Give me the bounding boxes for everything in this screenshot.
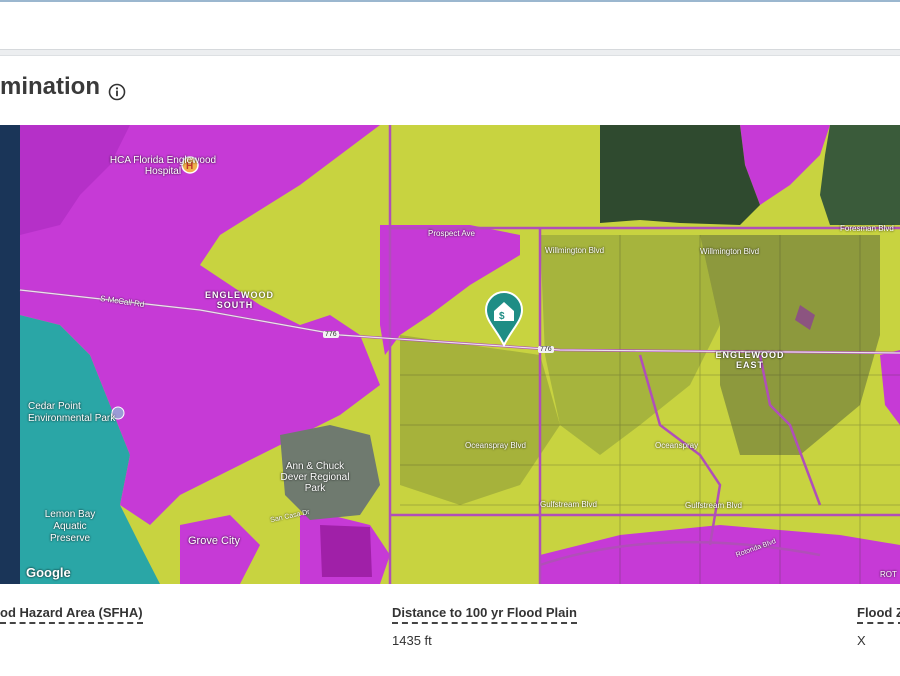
hospital-label: HCA Florida Englewood Hospital <box>109 155 217 177</box>
google-logo: Google <box>26 565 71 580</box>
flood-map[interactable]: H $ HCA Florida Englewood Hospital ENGLE… <box>0 125 900 584</box>
gulfstream-label: Gulfstream Blvd <box>540 500 597 509</box>
info-icon[interactable] <box>108 83 126 101</box>
englewood-east-label: ENGLEWOOD EAST <box>715 350 785 370</box>
prospect-label: Prospect Ave <box>428 229 475 238</box>
englewood-south-label: ENGLEWOOD SOUTH <box>205 290 274 310</box>
oceanspray-label-2: Oceanspray <box>655 441 699 450</box>
willmington-label-2: Willmington Blvd <box>700 247 760 256</box>
gulfstream-label-2: Gulfstream Blvd <box>685 501 742 510</box>
willmington-label-1: Willmington Blvd <box>545 246 605 255</box>
route-776-label-b: 776 <box>538 346 554 353</box>
svg-text:$: $ <box>499 311 505 322</box>
sfha-label[interactable]: od Hazard Area (SFHA) <box>0 605 143 624</box>
flood-zone-label[interactable]: Flood Z <box>857 605 900 624</box>
grove-city-label: Grove City <box>188 535 240 547</box>
rotonda-edge-label: ROT <box>880 570 897 579</box>
distance-label[interactable]: Distance to 100 yr Flood Plain <box>392 605 577 624</box>
sfha-field: od Hazard Area (SFHA) <box>0 604 143 633</box>
distance-field: Distance to 100 yr Flood Plain 1435 ft <box>392 604 577 648</box>
cedar-point-label: Cedar Point Environmental Park <box>28 401 116 424</box>
foresman-label: Foresman Blvd <box>840 224 894 233</box>
lemon-bay-label: Lemon Bay Aquatic Preserve <box>44 509 96 544</box>
ann-chuck-label: Ann & Chuck Dever Regional Park <box>280 461 350 494</box>
section-title: mination <box>0 73 100 100</box>
home-dollar-marker-icon[interactable]: $ <box>484 291 524 347</box>
route-776-label-a: 776 <box>323 331 339 338</box>
top-bar <box>0 0 900 50</box>
oceanspray-label: Oceanspray Blvd <box>465 441 526 450</box>
flood-zone-field: Flood Z X <box>857 604 900 648</box>
distance-value: 1435 ft <box>392 633 432 648</box>
flood-zone-value: X <box>857 633 866 648</box>
